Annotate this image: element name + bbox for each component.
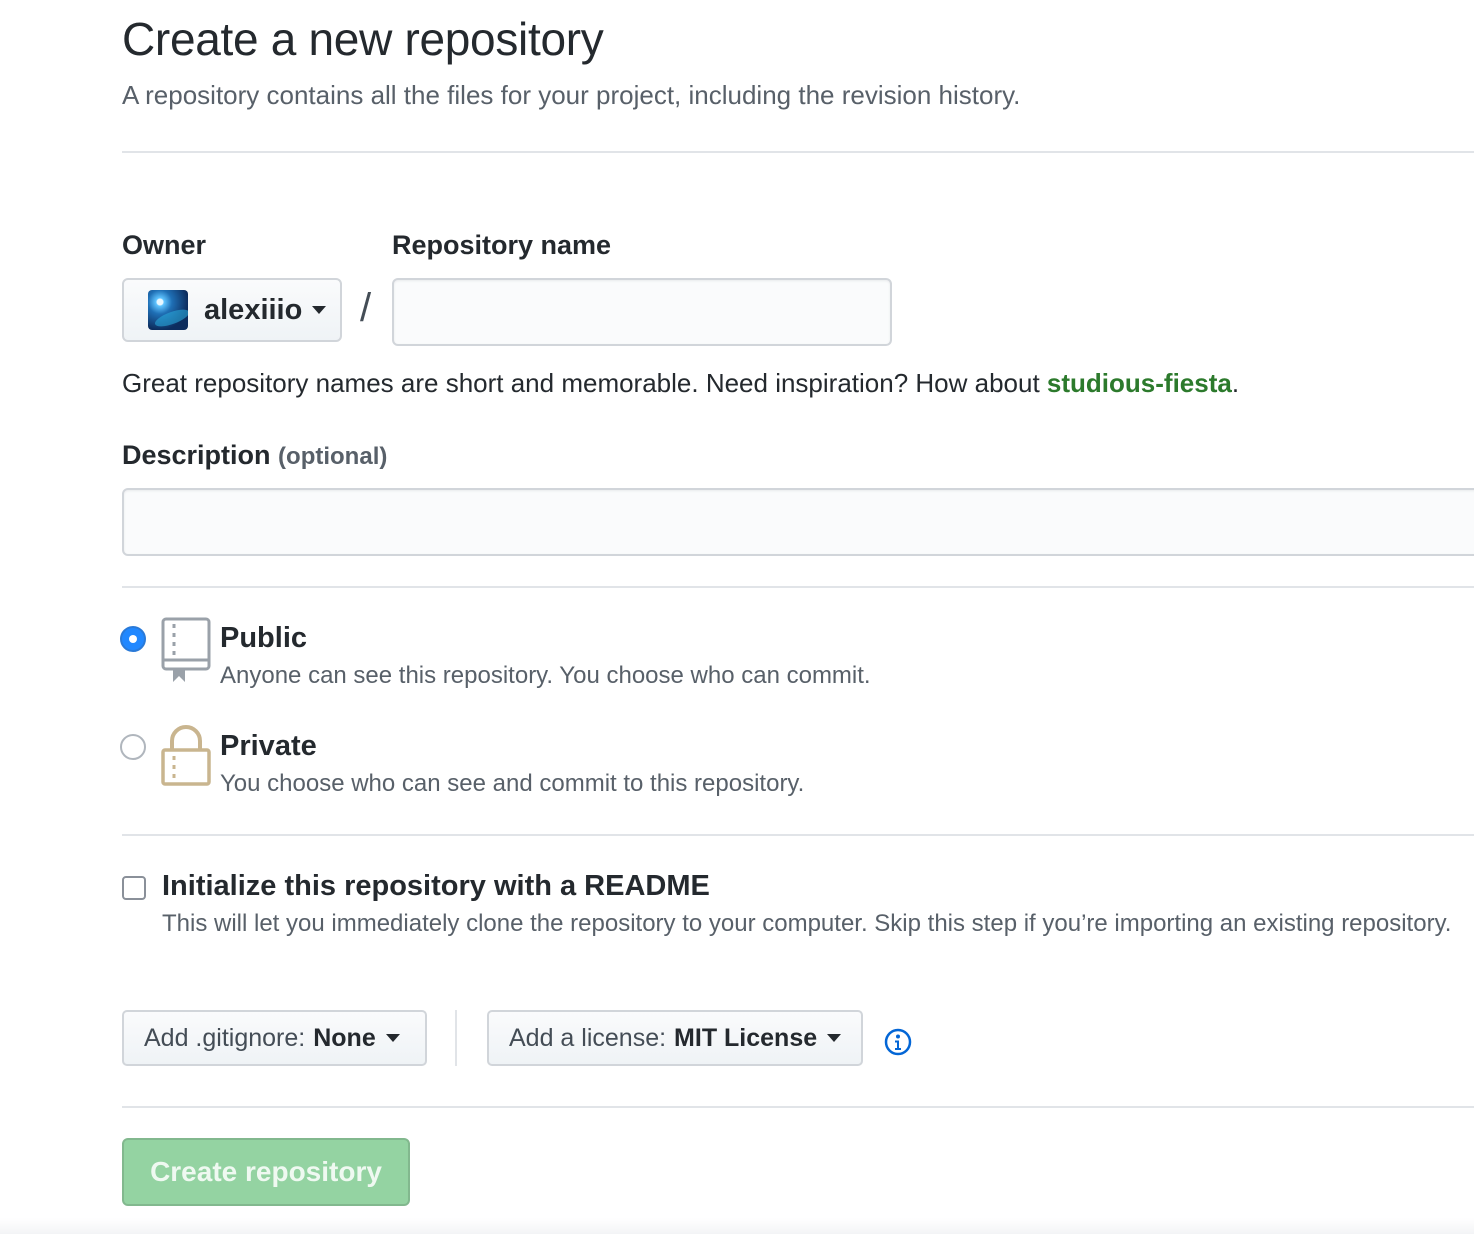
repo-name-hint: Great repository names are short and mem… (122, 368, 1239, 399)
create-repository-button[interactable]: Create repository (122, 1138, 410, 1206)
owner-name: alexiiio (204, 293, 303, 326)
select-separator (455, 1010, 457, 1066)
readme-checkbox[interactable] (122, 876, 146, 900)
gitignore-dropdown-button[interactable]: Add .gitignore: None (122, 1010, 427, 1066)
private-title: Private (220, 730, 317, 762)
repo-book-icon (161, 617, 211, 682)
owner-label: Owner (122, 230, 207, 260)
repository-name-input[interactable] (392, 278, 892, 346)
hint-text: Great repository names are short and mem… (122, 368, 1047, 398)
public-description: Anyone can see this repository. You choo… (220, 662, 871, 689)
chevron-down-icon (827, 1034, 842, 1042)
owner-repo-separator: / (360, 286, 372, 330)
info-icon[interactable] (884, 1028, 912, 1056)
gitignore-label: Add .gitignore: (144, 1023, 306, 1052)
suggested-name-link[interactable]: studious-fiesta (1047, 368, 1232, 398)
caret-down-icon (312, 306, 327, 314)
visibility-divider (122, 834, 1474, 836)
description-input[interactable] (122, 488, 1474, 556)
owner-avatar (148, 290, 188, 330)
header-divider (122, 151, 1474, 153)
create-repo-page: Create a new repository A repository con… (0, 0, 1474, 1234)
page-title: Create a new repository (122, 13, 604, 65)
license-value: MIT License (674, 1023, 818, 1052)
owner-dropdown-button[interactable]: alexiiio (122, 278, 342, 342)
lock-icon (161, 725, 211, 786)
public-title: Public (220, 622, 308, 654)
readme-description: This will let you immediately clone the … (162, 910, 1452, 937)
private-radio[interactable] (120, 734, 146, 760)
repo-name-label: Repository name (392, 230, 612, 260)
gitignore-value: None (313, 1023, 376, 1052)
options-divider (122, 1106, 1474, 1108)
description-divider (122, 586, 1474, 588)
private-description: You choose who can see and commit to thi… (220, 770, 805, 797)
optional-note: (optional) (278, 443, 388, 470)
hint-suffix: . (1231, 368, 1240, 398)
footer-shade (0, 1218, 1474, 1234)
readme-title: Initialize this repository with a README (162, 870, 710, 902)
license-dropdown-button[interactable]: Add a license: MIT License (487, 1010, 863, 1066)
description-label-row: Description (optional) (122, 440, 387, 471)
license-label: Add a license: (509, 1023, 667, 1052)
chevron-down-icon (385, 1034, 400, 1042)
description-label: Description (122, 440, 271, 470)
page-subtitle: A repository contains all the files for … (122, 80, 1021, 110)
public-radio[interactable] (120, 626, 146, 652)
